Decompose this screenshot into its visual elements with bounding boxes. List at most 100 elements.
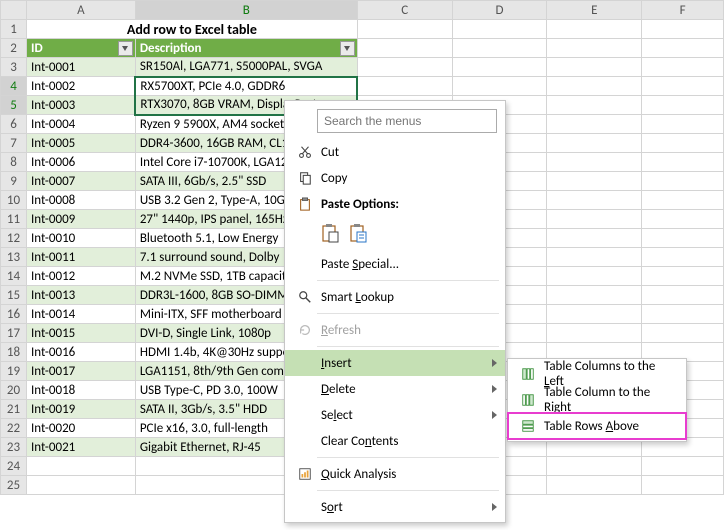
row-header[interactable]: 1	[1, 20, 27, 39]
row-header[interactable]: 2	[1, 39, 27, 58]
row-header[interactable]: 19	[1, 362, 27, 381]
row-header[interactable]: 20	[1, 381, 27, 400]
search-icon	[293, 290, 317, 304]
row-header[interactable]: 22	[1, 419, 27, 438]
copy-icon	[293, 171, 317, 185]
menu-separator	[317, 313, 499, 314]
table-cell[interactable]: Int-0016	[26, 343, 135, 362]
table-cell[interactable]: Int-0009	[26, 210, 135, 229]
paste-icon	[293, 197, 317, 211]
select-all-corner[interactable]	[1, 1, 27, 20]
menu-cut[interactable]: Cut	[285, 139, 505, 165]
menu-delete[interactable]: Delete	[285, 376, 505, 402]
table-cell[interactable]: Int-0021	[26, 438, 135, 457]
menu-paste-options-label: Paste Options:	[285, 191, 505, 217]
table-cell[interactable]: Int-0017	[26, 362, 135, 381]
table-cell[interactable]: Int-0007	[26, 172, 135, 191]
paste-options-row	[285, 217, 505, 251]
table-cell[interactable]: Int-0005	[26, 134, 135, 153]
table-header-id[interactable]: ID	[26, 39, 135, 58]
table-cell[interactable]: Int-0003	[26, 96, 135, 115]
refresh-icon	[293, 323, 317, 337]
menu-refresh: Refresh	[285, 317, 505, 343]
row-header[interactable]: 10	[1, 191, 27, 210]
row-header[interactable]: 3	[1, 58, 27, 77]
col-header-E[interactable]: E	[547, 1, 642, 20]
col-header-row: A B C D E F	[1, 1, 724, 20]
cut-icon	[293, 145, 317, 159]
page-title[interactable]: Add row to Excel table	[26, 20, 357, 39]
table-cell[interactable]: Int-0008	[26, 191, 135, 210]
table-cell[interactable]: Int-0011	[26, 248, 135, 267]
submenu-cols-left[interactable]: Table Columns to the Left	[508, 361, 686, 387]
menu-clear-contents[interactable]: Clear Contents	[285, 428, 505, 454]
table-header-desc[interactable]: Description	[135, 39, 357, 58]
quick-analysis-icon	[293, 467, 317, 481]
row-header[interactable]: 16	[1, 305, 27, 324]
row-header[interactable]: 23	[1, 438, 27, 457]
col-header-B[interactable]: B	[135, 1, 357, 20]
row-header[interactable]: 13	[1, 248, 27, 267]
menu-copy[interactable]: Copy	[285, 165, 505, 191]
col-header-F[interactable]: F	[642, 1, 724, 20]
table-cell[interactable]: Int-0018	[26, 381, 135, 400]
insert-cols-right-icon	[516, 393, 540, 407]
row-header[interactable]: 11	[1, 210, 27, 229]
table-cell[interactable]: Int-0020	[26, 419, 135, 438]
row-header[interactable]: 15	[1, 286, 27, 305]
table-cell[interactable]: Int-0001	[26, 58, 135, 77]
insert-submenu: Table Columns to the Left Table Column t…	[507, 358, 687, 442]
menu-search[interactable]	[317, 109, 497, 133]
chevron-right-icon	[492, 385, 497, 393]
col-header-C[interactable]: C	[357, 1, 452, 20]
menu-separator	[317, 346, 499, 347]
table-cell[interactable]: Int-0013	[26, 286, 135, 305]
row-header[interactable]: 4	[1, 77, 27, 96]
chevron-right-icon	[492, 359, 497, 367]
row-header[interactable]: 14	[1, 267, 27, 286]
paste-values-icon[interactable]	[347, 221, 369, 245]
chevron-right-icon	[492, 503, 497, 511]
col-header-D[interactable]: D	[452, 1, 547, 20]
col-header-A[interactable]: A	[26, 1, 135, 20]
menu-separator	[317, 490, 499, 491]
table-cell[interactable]: Int-0012	[26, 267, 135, 286]
row-header[interactable]: 17	[1, 324, 27, 343]
row-header[interactable]: 21	[1, 400, 27, 419]
table-cell[interactable]: Int-0002	[26, 77, 135, 96]
row-header[interactable]: 24	[1, 457, 27, 476]
row-header[interactable]: 8	[1, 153, 27, 172]
table-cell[interactable]: Int-0004	[26, 115, 135, 134]
table-cell[interactable]: Int-0015	[26, 324, 135, 343]
row-header[interactable]: 25	[1, 476, 27, 495]
table-cell[interactable]: Int-0014	[26, 305, 135, 324]
menu-smart-lookup[interactable]: Smart Lookup	[285, 284, 505, 310]
context-menu: Cut Copy Paste Options: Paste Special...…	[284, 100, 506, 523]
submenu-rows-above[interactable]: Table Rows Above	[508, 413, 686, 439]
table-cell[interactable]: RX5700XT, PCIe 4.0, GDDR6	[135, 77, 357, 96]
menu-select[interactable]: Select	[285, 402, 505, 428]
menu-paste-special[interactable]: Paste Special...	[285, 251, 505, 277]
menu-sort[interactable]: Sort	[285, 494, 505, 520]
row-header[interactable]: 5	[1, 96, 27, 115]
filter-dropdown-icon[interactable]	[118, 41, 133, 56]
row-header[interactable]: 18	[1, 343, 27, 362]
menu-separator	[317, 457, 499, 458]
paste-default-icon[interactable]	[319, 221, 341, 245]
table-cell[interactable]: SR150Al, LGA771, S5000PAL, SVGA	[135, 58, 357, 77]
row-header[interactable]: 7	[1, 134, 27, 153]
table-cell[interactable]: Int-0010	[26, 229, 135, 248]
menu-search-input[interactable]	[317, 109, 497, 133]
menu-quick-analysis[interactable]: Quick Analysis	[285, 461, 505, 487]
menu-insert[interactable]: Insert	[285, 350, 505, 376]
chevron-right-icon	[492, 411, 497, 419]
table-cell[interactable]: Int-0006	[26, 153, 135, 172]
row-header[interactable]: 9	[1, 172, 27, 191]
submenu-cols-right[interactable]: Table Column to the Right	[508, 387, 686, 413]
insert-rows-above-icon	[516, 419, 540, 433]
filter-dropdown-icon[interactable]	[340, 41, 355, 56]
row-header[interactable]: 6	[1, 115, 27, 134]
table-cell[interactable]: Int-0019	[26, 400, 135, 419]
insert-cols-left-icon	[516, 367, 540, 381]
row-header[interactable]: 12	[1, 229, 27, 248]
